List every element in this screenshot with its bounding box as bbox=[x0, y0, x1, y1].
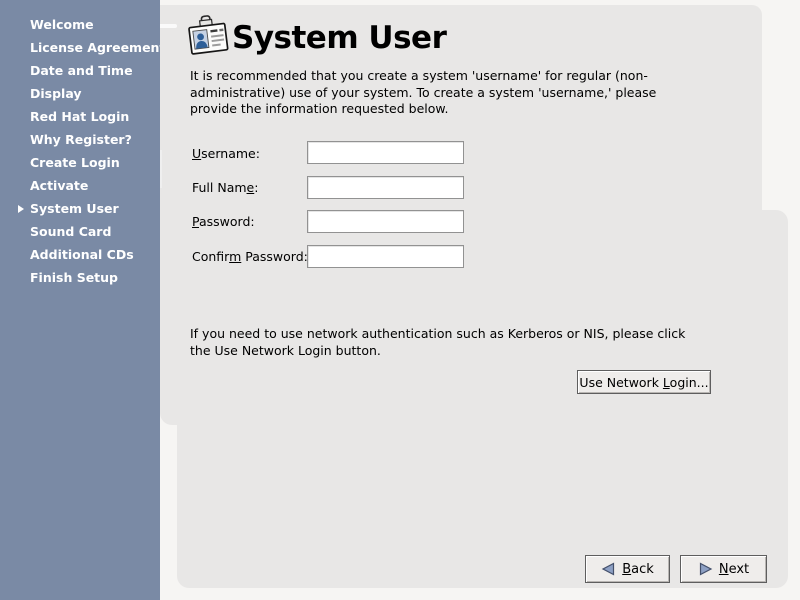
sidebar-item-red-hat-login: Red Hat Login bbox=[0, 105, 160, 128]
next-arrow-icon bbox=[698, 562, 713, 576]
sidebar-item-finish-setup: Finish Setup bbox=[0, 266, 160, 289]
sidebar-item-sound-card: Sound Card bbox=[0, 220, 160, 243]
sidebar-item-create-login: Create Login bbox=[0, 151, 160, 174]
content-panel-bottom bbox=[177, 210, 788, 588]
sidebar-item-welcome: Welcome bbox=[0, 13, 160, 36]
intro-text: It is recommended that you create a syst… bbox=[190, 68, 687, 118]
full-name-input[interactable] bbox=[307, 176, 464, 199]
sidebar-connector-line bbox=[160, 24, 177, 28]
id-badge-icon bbox=[185, 11, 231, 59]
username-input[interactable] bbox=[307, 141, 464, 164]
network-note-text: If you need to use network authenticatio… bbox=[190, 326, 695, 359]
sidebar-item-system-user: System User bbox=[0, 197, 160, 220]
confirm-password-label: Confirm Password: bbox=[192, 249, 308, 264]
next-button[interactable]: Next bbox=[680, 555, 767, 583]
page-title: System User bbox=[232, 21, 446, 55]
back-label: Back bbox=[622, 562, 654, 577]
back-button[interactable]: Back bbox=[585, 555, 670, 583]
step-list: Welcome License Agreement Date and Time … bbox=[0, 13, 160, 289]
current-step-arrow-icon bbox=[18, 205, 24, 213]
confirm-password-input[interactable] bbox=[307, 245, 464, 268]
username-label: Username: bbox=[192, 146, 260, 161]
sidebar-item-additional-cds: Additional CDs bbox=[0, 243, 160, 266]
back-arrow-icon bbox=[601, 562, 616, 576]
full-name-label: Full Name: bbox=[192, 180, 258, 195]
sidebar-item-date-and-time: Date and Time bbox=[0, 59, 160, 82]
next-label: Next bbox=[719, 562, 749, 577]
sidebar-item-activate: Activate bbox=[0, 174, 160, 197]
use-network-login-label: Use Network Login... bbox=[579, 375, 708, 390]
password-input[interactable] bbox=[307, 210, 464, 233]
pane-sash-handle bbox=[160, 150, 162, 188]
use-network-login-button[interactable]: Use Network Login... bbox=[577, 370, 711, 394]
sidebar-item-license-agreement: License Agreement bbox=[0, 36, 160, 59]
firstboot-window: Welcome License Agreement Date and Time … bbox=[0, 0, 800, 600]
sidebar-item-display: Display bbox=[0, 82, 160, 105]
password-label: Password: bbox=[192, 214, 255, 229]
sidebar-item-why-register: Why Register? bbox=[0, 128, 160, 151]
sidebar: Welcome License Agreement Date and Time … bbox=[0, 0, 160, 600]
